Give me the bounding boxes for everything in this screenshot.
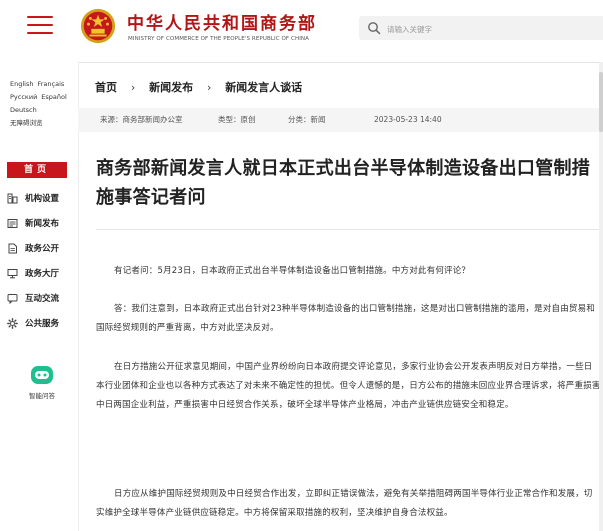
lang-russian[interactable]: Русский bbox=[10, 93, 37, 101]
site-logo-chinese[interactable]: 中华人民共和国商务部 bbox=[127, 9, 317, 34]
article-paragraph: 答：我们注意到，日本政府正式出台针对23种半导体制造设备的出口管制措施，这是对出… bbox=[96, 304, 596, 333]
meta-category: 分类：新闻 bbox=[288, 115, 326, 124]
accessibility-link[interactable]: 无障碍浏览 bbox=[10, 119, 43, 127]
lang-german[interactable]: Deutsch bbox=[10, 106, 37, 114]
chat-icon bbox=[7, 293, 18, 304]
nav-item-label: 机构设置 bbox=[25, 194, 60, 204]
nav-item-interaction[interactable]: 互动交流 bbox=[7, 290, 75, 306]
site-logo-english: MINISTRY OF COMMERCE OF THE PEOPLE'S REP… bbox=[128, 36, 310, 42]
document-icon bbox=[8, 243, 17, 253]
meta-type: 类型：原创 bbox=[218, 115, 256, 124]
menu-icon[interactable] bbox=[27, 16, 53, 36]
breadcrumb-news[interactable]: 新闻发布 bbox=[149, 81, 193, 94]
article-paragraph: 在日方措施公开征求意见期间，中国产业界纷纷向日本政府提交评论意见，多家行业协会公… bbox=[96, 362, 601, 410]
search-icon[interactable] bbox=[367, 21, 381, 35]
site-header: 中华人民共和国商务部 MINISTRY OF COMMERCE OF THE P… bbox=[0, 0, 603, 63]
lang-french[interactable]: Français bbox=[37, 80, 64, 88]
article-paragraph: 日方应从维护国际经贸规则及中日经贸合作出发，立即纠正错误做法，避免有关举措阻碍两… bbox=[96, 489, 593, 518]
ai-assistant-label: 智能问答 bbox=[29, 392, 55, 400]
lang-spanish[interactable]: Español bbox=[41, 93, 67, 101]
ai-assistant-button[interactable]: 智能问答 bbox=[20, 364, 64, 400]
nav-item-news[interactable]: 新闻发布 bbox=[7, 215, 75, 231]
language-switcher: English Français Русский Español Deutsch 无… bbox=[10, 78, 74, 130]
meta-date: 2023-05-23 14:40 bbox=[374, 115, 442, 124]
breadcrumb-home[interactable]: 首页 bbox=[95, 81, 117, 94]
monitor-icon bbox=[7, 268, 18, 278]
nav-item-label: 公共服务 bbox=[25, 319, 60, 329]
breadcrumb-spokesperson[interactable]: 新闻发言人谈话 bbox=[225, 81, 302, 94]
nav-item-service-hall[interactable]: 政务大厅 bbox=[7, 265, 75, 281]
breadcrumb: 首页 › 新闻发布 › 新闻发言人谈话 bbox=[95, 79, 302, 99]
nav-item-gov-affairs[interactable]: 政务公开 bbox=[7, 240, 75, 256]
nav-item-label: 新闻发布 bbox=[25, 219, 60, 229]
meta-source: 来源：商务部新闻办公室 bbox=[100, 115, 183, 124]
national-emblem-icon[interactable] bbox=[79, 7, 117, 45]
news-icon bbox=[7, 218, 18, 228]
article-title: 商务部新闻发言人就日本正式出台半导体制造设备出口管制措施事答记者问 bbox=[96, 158, 591, 208]
nav-item-label: 互动交流 bbox=[25, 294, 60, 304]
org-icon bbox=[7, 193, 18, 203]
nav-item-label: 政务公开 bbox=[25, 244, 60, 254]
scroll-thumb[interactable] bbox=[599, 72, 603, 132]
title-divider bbox=[96, 229, 601, 230]
lang-english[interactable]: English bbox=[10, 80, 33, 88]
nav-item-public-service[interactable]: 公共服务 bbox=[7, 315, 75, 331]
left-sidebar: English Français Русский Español Deutsch 无… bbox=[0, 62, 79, 531]
article-meta: 来源：商务部新闻办公室 类型：原创 分类：新闻 2023-05-23 14:40 bbox=[78, 108, 603, 132]
article-paragraph: 有记者问：5月23日，日本政府正式出台半导体制造设备出口管制措施。中方对此有何评… bbox=[114, 266, 471, 276]
search-bar[interactable] bbox=[359, 16, 603, 40]
chevron-right-icon: › bbox=[206, 81, 212, 94]
main-content: 首页 › 新闻发布 › 新闻发言人谈话 来源：商务部新闻办公室 类型：原创 分类… bbox=[78, 62, 603, 531]
nav-item-org[interactable]: 机构设置 bbox=[7, 190, 75, 206]
chevron-right-icon: › bbox=[130, 81, 136, 94]
nav-item-label: 政务大厅 bbox=[25, 269, 60, 279]
robot-icon bbox=[31, 366, 53, 384]
search-input[interactable] bbox=[385, 19, 599, 39]
scrollbar[interactable] bbox=[599, 62, 603, 531]
nav-home[interactable]: 首页 bbox=[7, 162, 67, 178]
gear-icon bbox=[7, 317, 18, 329]
